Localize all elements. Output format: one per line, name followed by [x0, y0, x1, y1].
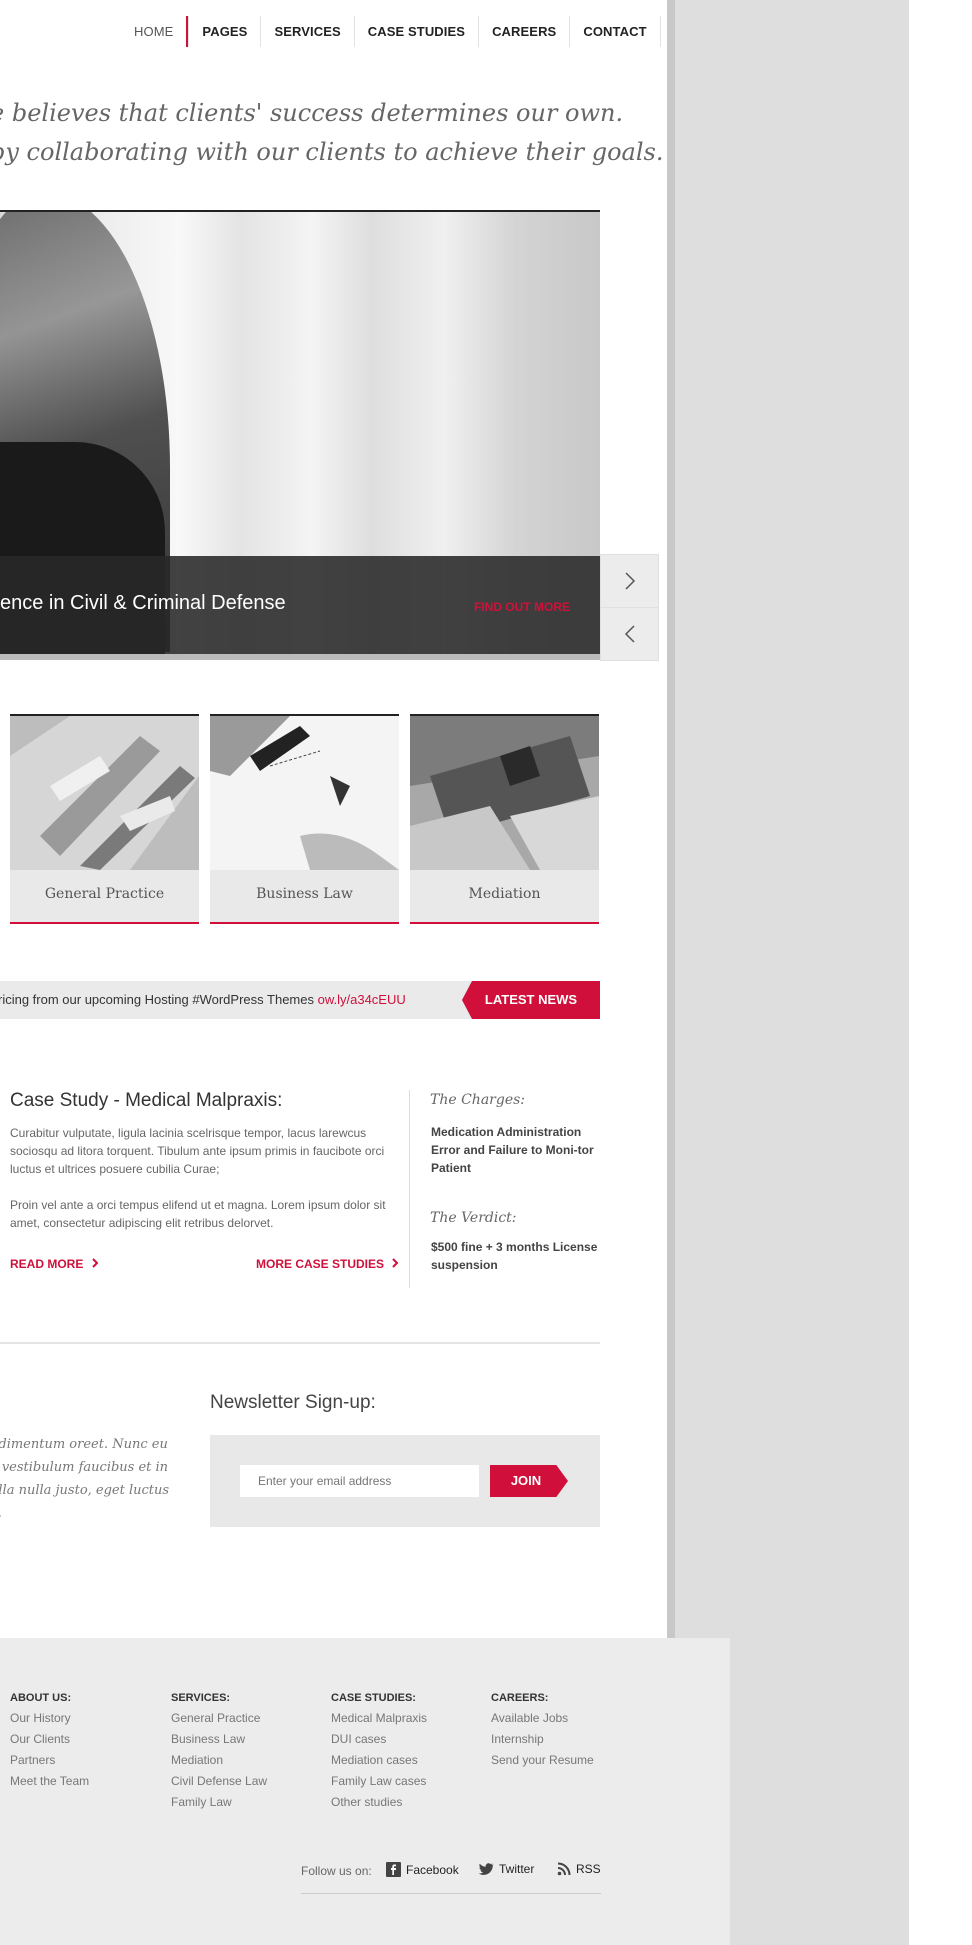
practice-label-business: Business Law: [256, 886, 353, 902]
case-study-title: Case Study - Medical Malpraxis:: [10, 1090, 283, 1111]
footer-column-case-studies: CASE STUDIES: Medical Malpraxis DUI case…: [331, 1692, 427, 1813]
more-case-studies-link[interactable]: MORE CASE STUDIES: [256, 1257, 399, 1271]
footer-column-about: ABOUT US: Our History Our Clients Partne…: [10, 1692, 89, 1792]
chevron-right-icon: [392, 1258, 399, 1268]
practice-image-business: [210, 716, 399, 870]
footer-link[interactable]: Other studies: [331, 1792, 427, 1813]
page-background-far: [909, 0, 972, 1945]
follow-us-label: Follow us on:: [301, 1864, 372, 1878]
footer-link[interactable]: Family Law: [171, 1792, 267, 1813]
nav-item-case-studies[interactable]: CASE STUDIES: [353, 16, 478, 47]
slider-caption: ence in Civil & Criminal Defense FIND OU…: [0, 556, 600, 654]
social-rss-label: RSS: [576, 1862, 601, 1876]
facebook-icon: [386, 1862, 401, 1877]
footer-link[interactable]: Mediation cases: [331, 1750, 427, 1771]
footer-link[interactable]: Our History: [10, 1708, 89, 1729]
footer-link[interactable]: Business Law: [171, 1729, 267, 1750]
more-case-studies-label: MORE CASE STUDIES: [256, 1257, 385, 1271]
nav-item-careers[interactable]: CAREERS: [478, 16, 569, 47]
practice-image-general: [10, 716, 199, 870]
hero-slider: ence in Civil & Criminal Defense FIND OU…: [0, 210, 600, 660]
verdict-heading: The Verdict:: [430, 1210, 517, 1226]
twitter-icon: [478, 1863, 494, 1875]
slider-prev-button[interactable]: [600, 607, 659, 661]
newsletter-join-button[interactable]: JOIN: [490, 1465, 568, 1497]
slider-progress-bar: [0, 654, 600, 660]
social-rss-link[interactable]: RSS: [557, 1862, 601, 1876]
practice-card-general[interactable]: General Practice: [10, 714, 199, 924]
social-facebook-link[interactable]: Facebook: [386, 1862, 459, 1877]
social-twitter-link[interactable]: Twitter: [478, 1862, 534, 1876]
chevron-right-icon: [91, 1258, 99, 1268]
chevron-right-icon: [624, 572, 635, 590]
read-more-label: READ MORE: [10, 1257, 84, 1271]
social-twitter-label: Twitter: [499, 1862, 535, 1876]
practice-label-mediation: Mediation: [468, 886, 541, 902]
footer: ABOUT US: Our History Our Clients Partne…: [0, 1638, 730, 1945]
newsletter-email-input[interactable]: [240, 1465, 479, 1497]
case-study-paragraph-2: Proin vel ante a orci tempus elifend ut …: [10, 1198, 386, 1230]
charges-heading: The Charges:: [430, 1092, 526, 1108]
footer-link[interactable]: Medical Malpraxis: [331, 1708, 427, 1729]
practice-image-mediation: [410, 716, 599, 870]
main-nav: HOME PAGES SERVICES CASE STUDIES CAREERS…: [121, 16, 661, 47]
footer-column-careers: CAREERS: Available Jobs Internship Send …: [491, 1692, 594, 1771]
nav-item-contact[interactable]: CONTACT: [569, 16, 661, 47]
tagline-line-1: e believes that clients' success determi…: [0, 99, 624, 127]
footer-rule: [301, 1893, 601, 1894]
nav-item-home[interactable]: HOME: [121, 16, 189, 47]
chevron-left-icon: [624, 625, 635, 643]
social-facebook-label: Facebook: [406, 1862, 459, 1877]
rss-icon: [557, 1862, 571, 1876]
footer-heading-careers: CAREERS:: [491, 1692, 549, 1704]
footer-link[interactable]: Family Law cases: [331, 1771, 427, 1792]
footer-heading-about: ABOUT US:: [10, 1692, 72, 1704]
footer-link[interactable]: Available Jobs: [491, 1708, 594, 1729]
footer-heading-case-studies: CASE STUDIES:: [331, 1692, 416, 1704]
footer-link[interactable]: Send your Resume: [491, 1750, 594, 1771]
ticker-text: ricing from our upcoming Hosting #WordPr…: [0, 992, 406, 1007]
verdict-text: $500 fine + 3 months License suspension: [431, 1240, 598, 1272]
practice-card-business[interactable]: Business Law: [210, 714, 399, 924]
practice-card-mediation[interactable]: Mediation: [410, 714, 599, 924]
footer-link[interactable]: Meet the Team: [10, 1771, 89, 1792]
slider-next-button[interactable]: [600, 554, 659, 608]
footer-link[interactable]: Internship: [491, 1729, 594, 1750]
read-more-link[interactable]: READ MORE: [10, 1257, 99, 1271]
footer-link[interactable]: General Practice: [171, 1708, 267, 1729]
testimonial-quote: ndimentum oreet. Nunc eu e vestibulum fa…: [0, 1437, 170, 1521]
tagline-line-2: by collaborating with our clients to ach…: [0, 138, 664, 166]
footer-column-services: SERVICES: General Practice Business Law …: [171, 1692, 267, 1813]
footer-heading-services: SERVICES:: [171, 1692, 231, 1704]
footer-link[interactable]: Partners: [10, 1750, 89, 1771]
footer-link[interactable]: Our Clients: [10, 1729, 89, 1750]
footer-link[interactable]: Mediation: [171, 1750, 267, 1771]
newsletter-form: JOIN: [210, 1435, 600, 1527]
newsletter-title: Newsletter Sign-up:: [210, 1392, 376, 1413]
tagline: e believes that clients' success determi…: [0, 94, 664, 172]
ticker-link[interactable]: ow.ly/a34cEUU: [318, 992, 406, 1007]
charges-text: Medication Administration Error and Fail…: [431, 1125, 594, 1175]
ticker-message: ricing from our upcoming Hosting #WordPr…: [0, 992, 318, 1007]
footer-link[interactable]: DUI cases: [331, 1729, 427, 1750]
news-ticker: ricing from our upcoming Hosting #WordPr…: [0, 981, 600, 1019]
find-out-more-link[interactable]: FIND OUT MORE: [474, 600, 570, 614]
case-study-divider: [409, 1090, 410, 1288]
section-divider: [0, 1342, 600, 1344]
page-edge-shadow: [667, 0, 675, 1640]
case-study-paragraph-1: Curabitur vulputate, ligula lacinia scel…: [10, 1126, 385, 1176]
slider-caption-title: ence in Civil & Criminal Defense: [0, 592, 286, 614]
footer-link[interactable]: Civil Defense Law: [171, 1771, 267, 1792]
nav-item-services[interactable]: SERVICES: [260, 16, 353, 47]
nav-item-pages[interactable]: PAGES: [188, 16, 260, 47]
latest-news-badge[interactable]: LATEST NEWS: [462, 981, 600, 1019]
practice-label-general: General Practice: [44, 886, 165, 902]
